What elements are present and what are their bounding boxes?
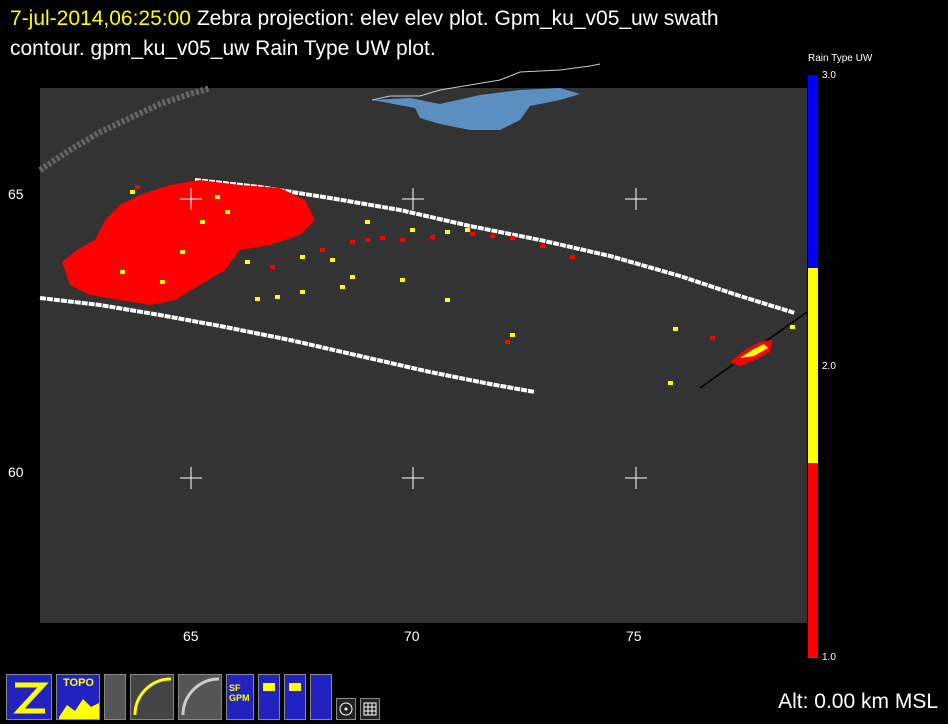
rain-pixel bbox=[505, 340, 510, 344]
rain-pixel bbox=[340, 285, 345, 289]
rain-pixel bbox=[673, 327, 678, 331]
rain-pixel bbox=[225, 210, 230, 214]
rain-pixel bbox=[445, 230, 450, 234]
y-tick-65: 65 bbox=[8, 186, 24, 202]
colorbar-blue bbox=[808, 75, 818, 268]
map2-icon[interactable] bbox=[284, 674, 306, 720]
sfgpm-icon[interactable]: SF GPM bbox=[226, 674, 254, 720]
rain-pixel bbox=[300, 290, 305, 294]
x-tick-65: 65 bbox=[183, 628, 199, 644]
rain-pixel bbox=[135, 185, 140, 189]
map-icon[interactable] bbox=[258, 674, 280, 720]
colorbar-title: Rain Type UW bbox=[808, 53, 873, 64]
grid-icon[interactable] bbox=[360, 698, 380, 720]
colorbar-label-2: 2.0 bbox=[822, 361, 836, 372]
rain-pixel bbox=[180, 250, 185, 254]
rain-pixel bbox=[380, 236, 385, 240]
colorbar-label-3: 3.0 bbox=[822, 70, 836, 81]
rain-pixel bbox=[510, 333, 515, 337]
colorbar-label-1: 1.0 bbox=[822, 652, 836, 663]
rain-pixel bbox=[245, 260, 250, 264]
rain-pixel bbox=[430, 235, 435, 239]
rain-pixel bbox=[215, 195, 220, 199]
rain-pixel bbox=[365, 238, 370, 242]
target-icon[interactable] bbox=[336, 698, 356, 720]
rain-pixel bbox=[540, 244, 545, 248]
rain-pixel bbox=[410, 228, 415, 232]
y-tick-60: 60 bbox=[8, 464, 24, 480]
rain-pixel bbox=[365, 220, 370, 224]
plot-area[interactable] bbox=[40, 88, 807, 623]
rain-pixel bbox=[445, 298, 450, 302]
rain-pixel bbox=[255, 297, 260, 301]
rain-pixel bbox=[400, 238, 405, 242]
rain-pixel bbox=[300, 255, 305, 259]
rain-pixel bbox=[510, 236, 515, 240]
icon-toolbar: TOPO SF GPM bbox=[6, 674, 380, 720]
gpm-dpr-icon[interactable] bbox=[178, 674, 222, 720]
rain-pixel bbox=[200, 220, 205, 224]
rain-pixel bbox=[275, 295, 280, 299]
altitude-readout: Alt: 0.00 km MSL bbox=[778, 690, 938, 713]
rain-pixel bbox=[130, 190, 135, 194]
rain-pixel bbox=[160, 280, 165, 284]
x-tick-70: 70 bbox=[404, 628, 420, 644]
rain-pixel bbox=[490, 234, 495, 238]
map-plot[interactable] bbox=[0, 0, 948, 724]
ir-icon[interactable] bbox=[104, 674, 126, 720]
zebra-logo-icon[interactable] bbox=[6, 674, 52, 720]
rain-pixel bbox=[668, 381, 673, 385]
rain-pixel bbox=[350, 275, 355, 279]
rain-pixel bbox=[330, 258, 335, 262]
rain-pixel bbox=[790, 325, 795, 329]
rain-pixel bbox=[400, 278, 405, 282]
rain-pixel bbox=[350, 240, 355, 244]
rain-pixel bbox=[570, 255, 575, 259]
rain-pixel bbox=[470, 232, 475, 236]
rain-pixel bbox=[710, 336, 715, 340]
colorbar-yellow bbox=[808, 268, 818, 463]
colorbar-red bbox=[808, 463, 818, 658]
rain-pixel bbox=[465, 228, 470, 232]
rain-pixel bbox=[270, 265, 275, 269]
bounds-icon[interactable] bbox=[310, 674, 332, 720]
topo-icon[interactable]: TOPO bbox=[56, 674, 100, 720]
x-tick-75: 75 bbox=[626, 628, 642, 644]
rain-pixel bbox=[120, 270, 125, 274]
gpm-ku-icon[interactable] bbox=[130, 674, 174, 720]
rain-pixel bbox=[320, 248, 325, 252]
